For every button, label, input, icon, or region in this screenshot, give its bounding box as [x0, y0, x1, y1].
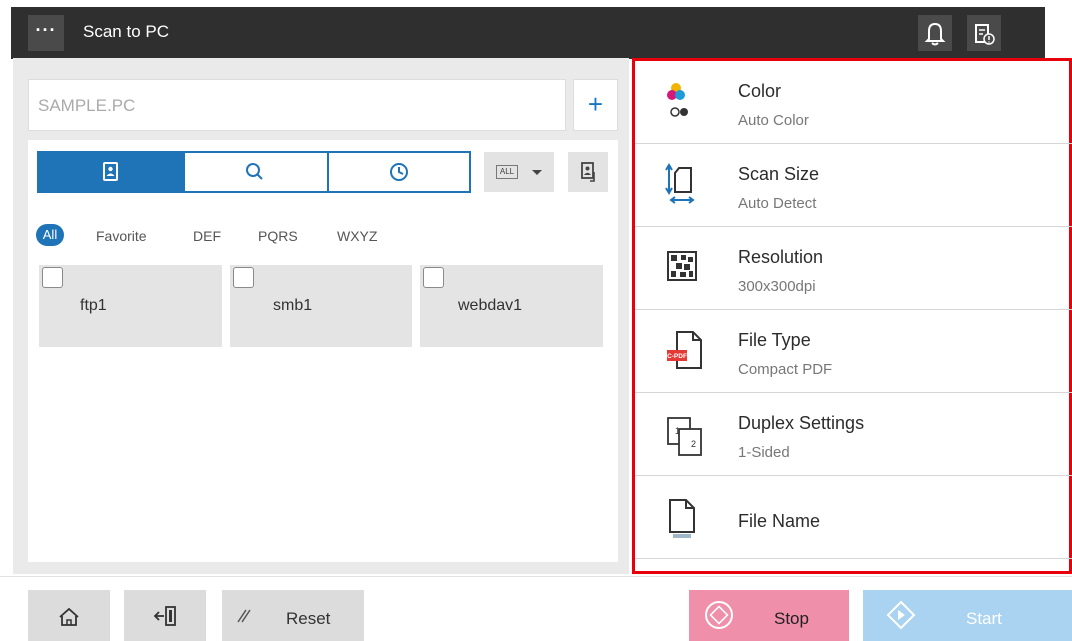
svg-text:1: 1	[675, 426, 680, 436]
chevron-down-icon	[532, 170, 542, 175]
logout-button[interactable]	[124, 590, 206, 641]
destination-tile-smb1[interactable]	[230, 265, 412, 347]
filter-favorite[interactable]: Favorite	[96, 228, 147, 244]
tab-history[interactable]	[327, 151, 471, 193]
stop-icon	[705, 601, 733, 629]
setting-scan-size[interactable]: Scan Size Auto Detect	[635, 144, 1072, 227]
address-book-icon	[103, 162, 118, 181]
destination-checkbox[interactable]	[42, 267, 63, 288]
start-label: Start	[966, 609, 1002, 628]
start-icon	[886, 600, 916, 630]
index-dropdown[interactable]: ALL	[484, 152, 554, 192]
address-book-list-icon	[581, 162, 595, 182]
setting-color[interactable]: Color Auto Color	[635, 61, 1072, 144]
setting-value: 300x300dpi	[738, 278, 816, 295]
duplex-icon: 1 2	[667, 417, 702, 456]
setting-duplex[interactable]: 1 2 Duplex Settings 1-Sided	[635, 393, 1072, 476]
filter-all[interactable]: All	[36, 224, 64, 246]
reset-icon	[237, 609, 251, 623]
destination-label: smb1	[273, 297, 313, 314]
file-name-icon	[669, 499, 695, 538]
tab-address-book[interactable]	[37, 151, 185, 193]
add-destination-button[interactable]: +	[573, 79, 618, 131]
scan-settings-panel: Color Auto Color Scan Size Auto Detect R…	[632, 58, 1072, 574]
filter-wxyz[interactable]: WXYZ	[337, 228, 377, 244]
home-button[interactable]	[28, 590, 110, 641]
address-book-list-button[interactable]	[568, 152, 608, 192]
filter-def[interactable]: DEF	[193, 228, 221, 244]
setting-title: Color	[738, 81, 782, 101]
bell-icon	[924, 22, 946, 46]
file-type-icon: C-PDF	[667, 331, 702, 369]
color-icon	[667, 83, 688, 117]
setting-file-type[interactable]: C-PDF File Type Compact PDF	[635, 310, 1072, 393]
setting-value: 1-Sided	[738, 444, 790, 461]
setting-title: Duplex Settings	[738, 413, 865, 433]
destination-checkbox[interactable]	[233, 267, 254, 288]
setting-value: Auto Detect	[738, 195, 817, 212]
destination-checkbox[interactable]	[423, 267, 444, 288]
svg-text:2: 2	[691, 439, 696, 449]
menu-button[interactable]: ···	[28, 15, 64, 51]
setting-title: File Type	[738, 330, 811, 350]
reset-label: Reset	[286, 609, 331, 628]
notification-button[interactable]	[918, 15, 952, 51]
home-icon	[59, 607, 79, 626]
resolution-icon	[667, 251, 697, 281]
file-type-badge: C-PDF	[667, 353, 687, 360]
logout-icon	[153, 606, 176, 626]
setting-value: Compact PDF	[738, 361, 833, 378]
setting-title: Resolution	[738, 247, 824, 267]
history-clock-icon	[390, 163, 408, 181]
destination-label: webdav1	[458, 297, 523, 314]
setting-resolution[interactable]: Resolution 300x300dpi	[635, 227, 1072, 310]
destination-tile-ftp1[interactable]	[39, 265, 222, 347]
setting-value: Auto Color	[738, 112, 809, 129]
job-tray-icon	[975, 24, 995, 45]
destination-label: ftp1	[80, 297, 107, 314]
stop-button[interactable]	[689, 590, 849, 641]
stop-label: Stop	[774, 609, 809, 628]
setting-title: Scan Size	[738, 164, 820, 184]
filter-pqrs[interactable]: PQRS	[258, 228, 298, 244]
index-dropdown-value: ALL	[496, 165, 518, 179]
app-title: Scan to PC	[83, 22, 169, 41]
search-icon	[246, 163, 263, 180]
tab-search[interactable]	[183, 151, 329, 193]
setting-title: File Name	[738, 511, 821, 531]
job-status-button[interactable]	[967, 15, 1001, 51]
destination-value: SAMPLE.PC	[38, 96, 136, 115]
scan-size-icon	[665, 163, 695, 204]
setting-file-name[interactable]: File Name	[635, 476, 1072, 559]
